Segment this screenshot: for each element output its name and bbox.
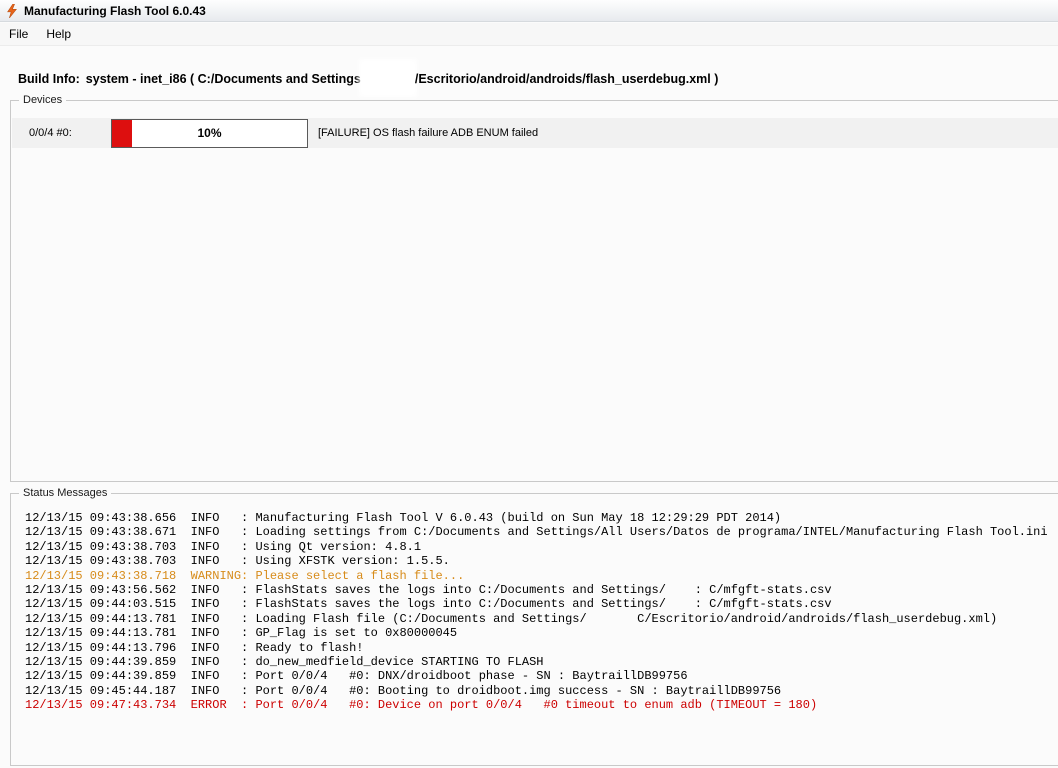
menu-help[interactable]: Help (37, 24, 80, 44)
lightning-bolt-icon (5, 3, 19, 18)
log-line: 12/13/15 09:43:38.671 INFO : Loading set… (25, 525, 1048, 540)
log-line: 12/13/15 09:47:43.734 ERROR : Port 0/0/4… (25, 698, 818, 713)
log-line: 12/13/15 09:43:56.562 INFO : FlashStats … (25, 583, 832, 598)
status-messages-group: Status Messages 12/13/15 09:43:38.656 IN… (10, 486, 1058, 766)
device-port-label: 0/0/4 #0: (29, 127, 72, 139)
device-row: 0/0/4 #0: 10% [FAILURE] OS flash failure… (12, 118, 1058, 148)
log-line: 12/13/15 09:43:38.718 WARNING: Please se… (25, 568, 465, 583)
device-progress-bar: 10% (111, 118, 308, 148)
log-line: 12/13/15 09:44:03.515 INFO : FlashStats … (25, 597, 832, 612)
log-line: 12/13/15 09:43:38.703 INFO : Using Qt ve… (25, 539, 422, 554)
log-line: 12/13/15 09:45:44.187 INFO : Port 0/0/4 … (25, 683, 782, 698)
build-info-path-after: /Escritorio/android/androids/flash_userd… (414, 72, 719, 86)
menu-bar: File Help (0, 23, 1058, 46)
status-messages-group-label: Status Messages (19, 486, 112, 500)
log-list: 12/13/15 09:43:38.656 INFO : Manufacturi… (25, 511, 1053, 759)
menu-file[interactable]: File (0, 24, 37, 44)
log-line: 12/13/15 09:43:38.656 INFO : Manufacturi… (25, 511, 782, 525)
redacted-username (361, 62, 414, 94)
log-line: 12/13/15 09:44:39.859 INFO : Port 0/0/4 … (25, 669, 688, 684)
log-line: 12/13/15 09:44:13.781 INFO : GP_Flag is … (25, 626, 458, 641)
log-line: 12/13/15 09:44:13.796 INFO : Ready to fl… (25, 640, 364, 655)
log-line: 12/13/15 09:44:13.781 INFO : Loading Fla… (25, 611, 998, 626)
progress-percent-label: 10% (197, 126, 222, 140)
build-info-label: Build Info: (18, 72, 80, 86)
devices-group: Devices 0/0/4 #0: 10% [FAILURE] OS flash… (10, 93, 1058, 482)
devices-group-label: Devices (19, 93, 67, 107)
log-line: 12/13/15 09:44:39.859 INFO : do_new_medf… (25, 655, 544, 670)
log-line: 12/13/15 09:43:38.703 INFO : Using XFSTK… (25, 554, 450, 569)
build-info: Build Info: system - inet_i86 ( C:/Docume… (18, 62, 1048, 94)
device-status-text: [FAILURE] OS flash failure ADB ENUM fail… (318, 127, 539, 139)
build-info-path-before: system - inet_i86 ( C:/Documents and Set… (85, 72, 361, 86)
window-title: Manufacturing Flash Tool 6.0.43 (24, 3, 206, 18)
window-titlebar[interactable]: Manufacturing Flash Tool 6.0.43 (0, 0, 1058, 22)
